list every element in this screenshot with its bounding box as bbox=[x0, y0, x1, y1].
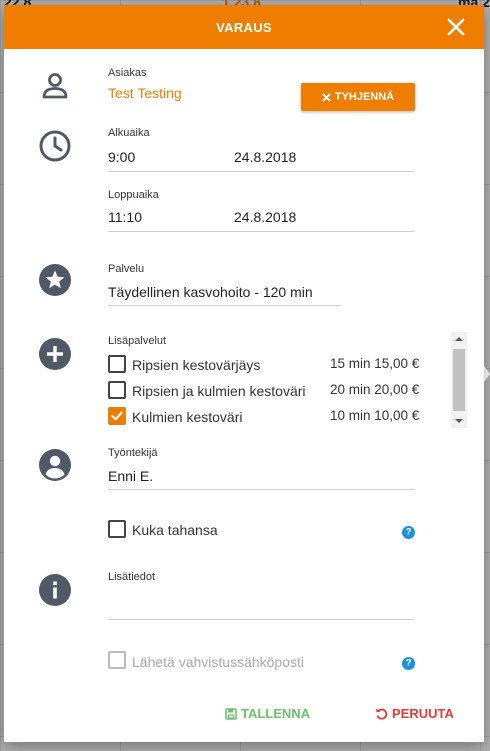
notes-label: Lisätiedot bbox=[108, 571, 156, 583]
side-arrow-indicator bbox=[484, 366, 490, 382]
cancel-label: PERUUTA bbox=[392, 706, 454, 721]
help-icon[interactable]: ? bbox=[402, 657, 415, 670]
extra-checkbox-2[interactable] bbox=[108, 381, 126, 399]
employee-underline bbox=[108, 489, 415, 490]
extra-checkbox-1[interactable] bbox=[108, 355, 126, 373]
extra-price-2: 20 min 20,00 € bbox=[330, 382, 420, 397]
undo-icon bbox=[376, 708, 388, 720]
extra-name-3: Kulmien kestoväri bbox=[132, 409, 243, 425]
scroll-down-arrow[interactable] bbox=[455, 419, 463, 423]
send-confirmation-checkbox[interactable] bbox=[108, 651, 126, 669]
extra-price-1: 15 min 15,00 € bbox=[330, 356, 420, 371]
clock-icon bbox=[38, 129, 72, 163]
service-select[interactable]: Täydellinen kasvohoito - 120 min bbox=[108, 284, 313, 300]
floppy-disk-icon bbox=[225, 707, 237, 720]
notes-underline bbox=[108, 619, 415, 620]
booking-modal: VARAUS Asiakas Test Testing TYHJENNÄ Alk… bbox=[4, 5, 484, 742]
extra-price-3: 10 min 10,00 € bbox=[330, 408, 420, 423]
scroll-thumb[interactable] bbox=[453, 349, 465, 411]
extras-label: Lisäpalvelut bbox=[108, 335, 167, 347]
extra-checkbox-3[interactable] bbox=[108, 407, 126, 425]
send-confirmation-label: Lähetä vahvistussähköposti bbox=[132, 654, 304, 670]
save-label: TALLENNA bbox=[241, 706, 311, 721]
account-circle-icon bbox=[38, 448, 72, 482]
modal-header: VARAUS bbox=[4, 5, 484, 49]
scroll-up-arrow[interactable] bbox=[455, 337, 463, 341]
plus-circle-icon bbox=[38, 337, 72, 371]
anyone-checkbox[interactable] bbox=[108, 520, 126, 538]
start-date-input[interactable]: 24.8.2018 bbox=[234, 149, 296, 165]
start-underline bbox=[108, 171, 415, 172]
service-label: Palvelu bbox=[108, 263, 145, 275]
close-button[interactable] bbox=[444, 15, 468, 39]
x-icon bbox=[322, 92, 331, 102]
person-icon bbox=[38, 69, 72, 103]
clear-customer-button[interactable]: TYHJENNÄ bbox=[301, 83, 415, 111]
end-underline bbox=[108, 231, 415, 232]
clear-customer-label: TYHJENNÄ bbox=[334, 91, 395, 103]
anyone-label: Kuka tahansa bbox=[132, 522, 218, 538]
employee-select[interactable]: Enni E. bbox=[108, 468, 153, 484]
service-underline bbox=[108, 305, 341, 306]
start-time-label: Alkuaika bbox=[108, 127, 150, 139]
end-time-label: Loppuaika bbox=[108, 189, 159, 201]
save-button[interactable]: TALLENNA bbox=[225, 706, 310, 721]
end-date-input[interactable]: 24.8.2018 bbox=[234, 209, 296, 225]
extras-scrollbar[interactable] bbox=[451, 332, 467, 428]
employee-label: Työntekijä bbox=[108, 447, 158, 459]
customer-label: Asiakas bbox=[108, 67, 147, 79]
cancel-button[interactable]: PERUUTA bbox=[375, 706, 454, 721]
star-icon bbox=[38, 263, 72, 297]
info-icon bbox=[38, 573, 72, 607]
help-icon[interactable]: ? bbox=[402, 526, 415, 539]
extra-name-2: Ripsien ja kulmien kestoväri bbox=[132, 383, 306, 399]
close-icon bbox=[447, 18, 465, 36]
modal-title: VARAUS bbox=[216, 19, 272, 35]
start-time-input[interactable]: 9:00 bbox=[108, 149, 135, 165]
extra-name-1: Ripsien kestovärjäys bbox=[132, 357, 261, 373]
customer-name-link[interactable]: Test Testing bbox=[108, 85, 182, 101]
checkmark-icon bbox=[111, 411, 123, 421]
end-time-input[interactable]: 11:10 bbox=[108, 209, 142, 225]
